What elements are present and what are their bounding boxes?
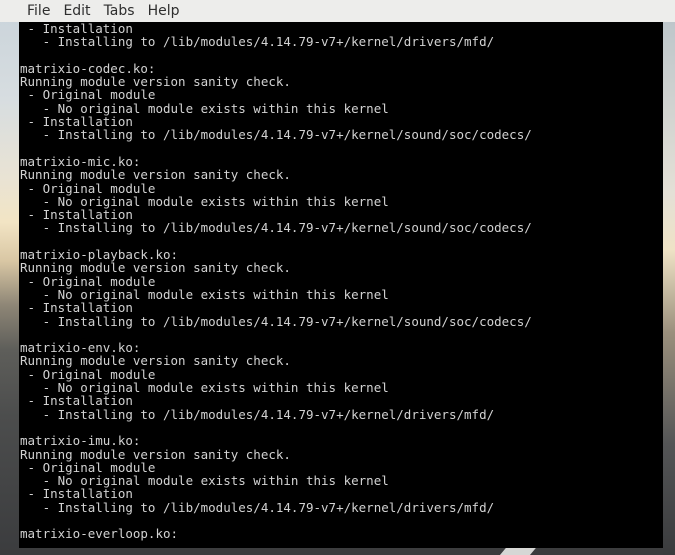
terminal-line: - No original module exists within this …: [20, 100, 389, 116]
terminal-line: matrixio-mic.ko:: [20, 153, 141, 169]
terminal-line: - Installation: [20, 114, 133, 130]
terminal-line: - Installation: [20, 207, 133, 223]
terminal-line: matrixio-everloop.ko:: [20, 526, 179, 542]
desktop-wallpaper: [663, 0, 675, 555]
terminal-line: - Original module: [20, 273, 156, 289]
menu-tabs[interactable]: Tabs: [104, 1, 135, 21]
terminal-line: - Original module: [20, 459, 156, 475]
menu-file[interactable]: File: [27, 1, 50, 21]
terminal-line: - Installation: [20, 486, 133, 502]
terminal-line: Running module version sanity check.: [20, 446, 291, 462]
terminal-line: matrixio-env.ko:: [20, 340, 141, 356]
terminal-line: - Original module: [20, 180, 156, 196]
terminal-line: - Installation: [20, 22, 133, 36]
terminal-line: - Installation: [20, 300, 133, 316]
terminal-text: - Installation - Installing to /lib/modu…: [20, 22, 532, 541]
terminal-line: Running module version sanity check.: [20, 353, 291, 369]
terminal-line: - Installation: [20, 393, 133, 409]
menu-help[interactable]: Help: [148, 1, 180, 21]
menu-edit[interactable]: Edit: [63, 1, 90, 21]
terminal-line: - Installing to /lib/modules/4.14.79-v7+…: [20, 406, 495, 422]
terminal-line: Running module version sanity check.: [20, 74, 291, 90]
menu-bar: File Edit Tabs Help: [0, 0, 675, 22]
terminal-line: - No original module exists within this …: [20, 380, 389, 396]
terminal-line: matrixio-imu.ko:: [20, 433, 141, 449]
terminal-line: matrixio-codec.ko:: [20, 60, 156, 76]
terminal-line: matrixio-playback.ko:: [20, 247, 179, 263]
terminal-line: - No original module exists within this …: [20, 473, 389, 489]
terminal-line: - No original module exists within this …: [20, 286, 389, 302]
terminal-line: - Installing to /lib/modules/4.14.79-v7+…: [20, 220, 532, 236]
terminal-line: - Installing to /lib/modules/4.14.79-v7+…: [20, 34, 495, 50]
terminal-line: - Original module: [20, 366, 156, 382]
terminal-output[interactable]: - Installation - Installing to /lib/modu…: [19, 22, 663, 548]
terminal-line: - No original module exists within this …: [20, 193, 389, 209]
terminal-line: - Installing to /lib/modules/4.14.79-v7+…: [20, 499, 495, 515]
terminal-line: Running module version sanity check.: [20, 260, 291, 276]
terminal-line: - Installing to /lib/modules/4.14.79-v7+…: [20, 313, 532, 329]
terminal-line: Running module version sanity check.: [20, 167, 291, 183]
terminal-line: - Original module: [20, 87, 156, 103]
terminal-line: - Installing to /lib/modules/4.14.79-v7+…: [20, 127, 532, 143]
